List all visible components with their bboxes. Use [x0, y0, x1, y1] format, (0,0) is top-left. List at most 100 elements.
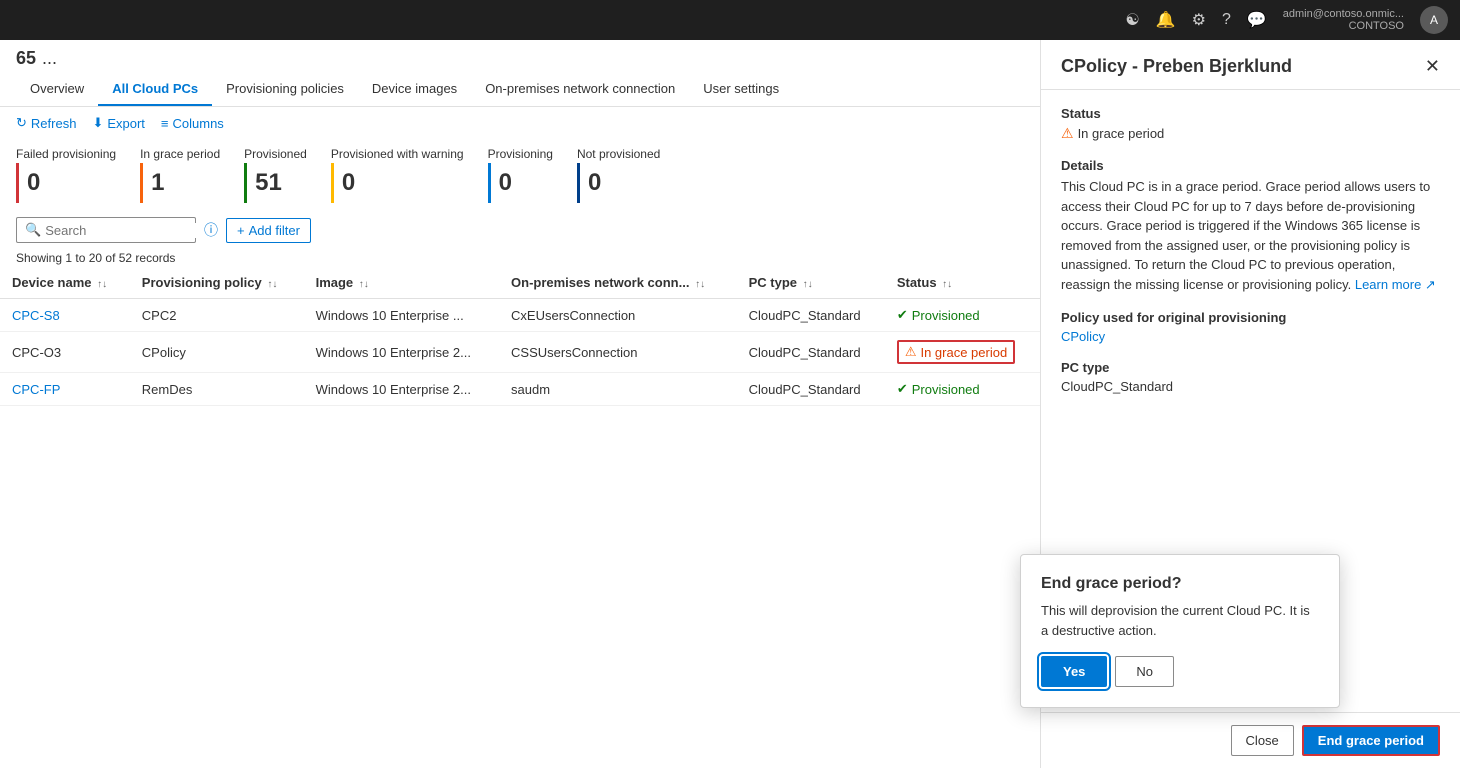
- image-cell: Windows 10 Enterprise 2...: [304, 373, 499, 406]
- settings-icon[interactable]: ⚙: [1192, 10, 1206, 30]
- provisioning-bar: [488, 163, 491, 203]
- provisioned-icon: ✔: [897, 381, 908, 397]
- search-box: 🔍: [16, 217, 196, 243]
- dialog-no-button[interactable]: No: [1115, 656, 1174, 687]
- table-container: Device name ↑↓ Provisioning policy ↑↓ Im…: [0, 267, 1040, 406]
- end-grace-dialog: End grace period? This will deprovision …: [1020, 554, 1340, 708]
- col-device-name[interactable]: Device name ↑↓: [0, 267, 130, 299]
- status-cell: ✔ Provisioned: [885, 373, 1040, 406]
- cloud-icon[interactable]: ☯: [1125, 10, 1139, 30]
- status-card-grace[interactable]: In grace period 1: [140, 147, 220, 203]
- add-filter-button[interactable]: + Add filter: [226, 218, 311, 243]
- topbar: ☯ 🔔 ⚙ ? 💬 admin@contoso.onmic... CONTOSO…: [0, 0, 1460, 40]
- device-name-cell: CPC-S8: [0, 299, 130, 332]
- refresh-icon: ↻: [16, 115, 27, 131]
- data-table: Device name ↑↓ Provisioning policy ↑↓ Im…: [0, 267, 1040, 406]
- status-badge: ✔ Provisioned: [897, 381, 980, 397]
- sort-icon-status: ↑↓: [942, 279, 952, 290]
- col-image[interactable]: Image ↑↓: [304, 267, 499, 299]
- device-name-cell: CPC-O3: [0, 332, 130, 373]
- panel-title: CPolicy - Preben Bjerklund: [1061, 56, 1292, 77]
- breadcrumb-number: 65: [16, 48, 36, 69]
- tab-all-cloud-pcs[interactable]: All Cloud PCs: [98, 73, 212, 106]
- panel-warning-icon: ⚠: [1061, 125, 1074, 142]
- search-input[interactable]: [45, 223, 221, 238]
- export-button[interactable]: ⬇ Export: [92, 115, 144, 131]
- sort-icon-image: ↑↓: [359, 279, 369, 290]
- panel-pctype-section: PC type CloudPC_Standard: [1061, 360, 1440, 394]
- status-card-not-provisioned[interactable]: Not provisioned 0: [577, 147, 660, 203]
- pctype-cell: CloudPC_Standard: [737, 299, 885, 332]
- learn-more-link[interactable]: Learn more ↗: [1355, 277, 1436, 292]
- grace-status-badge: ⚠ In grace period: [897, 340, 1015, 364]
- feedback-icon[interactable]: 💬: [1247, 10, 1267, 30]
- tab-overview[interactable]: Overview: [16, 73, 98, 106]
- sort-icon-network: ↑↓: [695, 279, 705, 290]
- info-icon[interactable]: ⓘ: [204, 220, 218, 240]
- notifications-icon[interactable]: 🔔: [1156, 10, 1176, 30]
- columns-icon: ≡: [161, 116, 169, 131]
- search-icon: 🔍: [25, 222, 41, 238]
- dialog-buttons: Yes No: [1041, 656, 1319, 687]
- user-info: admin@contoso.onmic... CONTOSO: [1283, 8, 1404, 32]
- panel-pctype-value: CloudPC_Standard: [1061, 379, 1440, 394]
- end-grace-button[interactable]: End grace period: [1302, 725, 1440, 756]
- tab-device-images[interactable]: Device images: [358, 73, 471, 106]
- panel-policy-link[interactable]: CPolicy: [1061, 329, 1105, 344]
- content-area: 65 ... Overview All Cloud PCs Provisioni…: [0, 40, 1040, 768]
- provisioned-icon: ✔: [897, 307, 908, 323]
- status-card-provisioned[interactable]: Provisioned 51: [244, 147, 307, 203]
- pctype-cell: CloudPC_Standard: [737, 332, 885, 373]
- status-cell: ✔ Provisioned: [885, 299, 1040, 332]
- image-cell: Windows 10 Enterprise 2...: [304, 332, 499, 373]
- avatar[interactable]: A: [1420, 6, 1448, 34]
- pctype-cell: CloudPC_Standard: [737, 373, 885, 406]
- status-card-warning[interactable]: Provisioned with warning 0: [331, 147, 464, 203]
- dialog-yes-button[interactable]: Yes: [1041, 656, 1107, 687]
- panel-status-section: Status ⚠ In grace period: [1061, 106, 1440, 142]
- provisioned-bar: [244, 163, 247, 203]
- dialog-message: This will deprovision the current Cloud …: [1041, 601, 1319, 640]
- status-badge: ✔ Provisioned: [897, 307, 980, 323]
- table-row: CPC-O3 CPolicy Windows 10 Enterprise 2..…: [0, 332, 1040, 373]
- network-cell: CxEUsersConnection: [499, 299, 737, 332]
- status-card-failed[interactable]: Failed provisioning 0: [16, 147, 116, 203]
- table-header-row: Device name ↑↓ Provisioning policy ↑↓ Im…: [0, 267, 1040, 299]
- status-cards: Failed provisioning 0 In grace period 1 …: [0, 139, 1040, 211]
- panel-close-btn[interactable]: Close: [1231, 725, 1294, 756]
- panel-details-text: This Cloud PC is in a grace period. Grac…: [1061, 177, 1440, 294]
- warning-triangle-icon: ⚠: [905, 344, 917, 360]
- refresh-button[interactable]: ↻ Refresh: [16, 115, 76, 131]
- filter-icon: +: [237, 223, 245, 238]
- col-pc-type[interactable]: PC type ↑↓: [737, 267, 885, 299]
- nav-tabs: Overview All Cloud PCs Provisioning poli…: [0, 73, 1040, 107]
- col-status[interactable]: Status ↑↓: [885, 267, 1040, 299]
- status-card-provisioning[interactable]: Provisioning 0: [488, 147, 553, 203]
- warning-bar: [331, 163, 334, 203]
- table-row: CPC-S8 CPC2 Windows 10 Enterprise ... Cx…: [0, 299, 1040, 332]
- table-row: CPC-FP RemDes Windows 10 Enterprise 2...…: [0, 373, 1040, 406]
- device-name-cell: CPC-FP: [0, 373, 130, 406]
- device-name-link[interactable]: CPC-S8: [12, 308, 60, 323]
- col-on-premises[interactable]: On-premises network conn... ↑↓: [499, 267, 737, 299]
- panel-footer: Close End grace period: [1041, 712, 1460, 768]
- policy-cell: CPC2: [130, 299, 304, 332]
- policy-cell: RemDes: [130, 373, 304, 406]
- tab-user-settings[interactable]: User settings: [689, 73, 793, 106]
- user-tenant: CONTOSO: [1283, 20, 1404, 32]
- image-cell: Windows 10 Enterprise ...: [304, 299, 499, 332]
- breadcrumb: 65 ...: [0, 40, 1040, 69]
- panel-close-button[interactable]: ✕: [1425, 56, 1440, 77]
- records-info: Showing 1 to 20 of 52 records: [0, 249, 1040, 267]
- tab-on-premises[interactable]: On-premises network connection: [471, 73, 689, 106]
- device-name-link[interactable]: CPC-FP: [12, 382, 60, 397]
- help-icon[interactable]: ?: [1222, 11, 1231, 29]
- sort-icon-pctype: ↑↓: [803, 279, 813, 290]
- status-cell: ⚠ In grace period: [885, 332, 1040, 373]
- columns-button[interactable]: ≡ Columns: [161, 116, 224, 131]
- grace-bar: [140, 163, 143, 203]
- tab-provisioning-policies[interactable]: Provisioning policies: [212, 73, 358, 106]
- col-provisioning-policy[interactable]: Provisioning policy ↑↓: [130, 267, 304, 299]
- policy-cell: CPolicy: [130, 332, 304, 373]
- panel-status-value: ⚠ In grace period: [1061, 125, 1440, 142]
